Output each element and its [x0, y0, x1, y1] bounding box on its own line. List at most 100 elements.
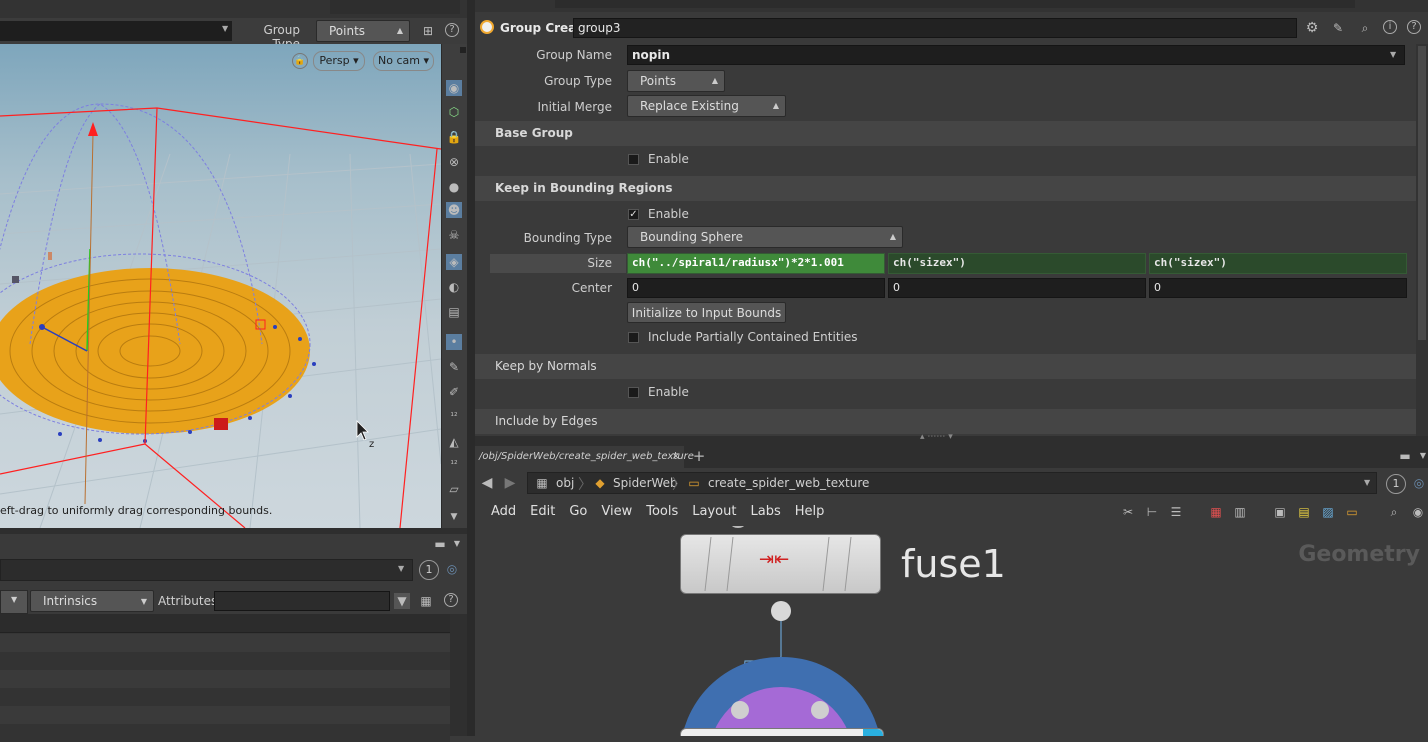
- snap-icon[interactable]: ◐: [446, 279, 462, 295]
- lock-icon[interactable]: 🔒: [292, 53, 308, 69]
- bounding-regions-section[interactable]: Keep in Bounding Regions: [475, 176, 1416, 201]
- table-row[interactable]: [0, 670, 450, 688]
- menu-item-labs[interactable]: Labs: [750, 504, 780, 519]
- params-scroll-thumb[interactable]: [1418, 46, 1426, 340]
- chevron-down-icon[interactable]: ▼: [1415, 448, 1428, 464]
- point-select-icon[interactable]: •: [446, 334, 462, 350]
- menu-item-help[interactable]: Help: [795, 504, 825, 519]
- network-box-icon[interactable]: ▣: [1272, 504, 1288, 520]
- group-type-dropdown[interactable]: Points ▲: [316, 20, 410, 42]
- chevron-down-icon[interactable]: ▼: [1364, 478, 1370, 487]
- shapes-icon[interactable]: ▥: [1232, 504, 1248, 520]
- paint-icon[interactable]: ◭: [446, 434, 462, 450]
- network-canvas[interactable]: Geometry ⇥⇤ fuse1: [475, 526, 1428, 736]
- menu-item-layout[interactable]: Layout: [692, 504, 736, 519]
- breadcrumb-spiderweb[interactable]: SpiderWeb: [613, 476, 678, 490]
- filter-icon[interactable]: ▼: [394, 593, 410, 609]
- center-y-input[interactable]: 0: [888, 278, 1146, 298]
- include-partial-checkbox[interactable]: [628, 332, 639, 343]
- eye-icon[interactable]: ◉: [1410, 504, 1426, 520]
- list-icon[interactable]: ☰: [1168, 504, 1184, 520]
- viewport-3d[interactable]: z 🔒 Persp ▾ No cam ▾ eft-drag to uniform…: [0, 44, 441, 528]
- size-z-input[interactable]: ch("sizex"): [1149, 253, 1407, 274]
- merge-input-b[interactable]: [811, 701, 829, 719]
- menu-item-add[interactable]: Add: [491, 504, 516, 519]
- search-icon[interactable]: ⌕: [1386, 504, 1402, 520]
- network-pin-badge[interactable]: 1: [1386, 474, 1406, 494]
- close-icon[interactable]: ×: [672, 446, 680, 468]
- intrinsics-dropdown[interactable]: Intrinsics ▼: [30, 590, 154, 612]
- horizontal-pane-divider[interactable]: ▴ ⋯⋯ ▾: [475, 432, 1428, 444]
- initial-merge-dropdown[interactable]: Replace Existing ▲: [627, 95, 786, 117]
- table-row[interactable]: [0, 652, 450, 670]
- gear-icon[interactable]: ⚙: [1304, 20, 1320, 36]
- menu-item-edit[interactable]: Edit: [530, 504, 555, 519]
- normals-section[interactable]: Keep by Normals: [475, 354, 1416, 379]
- columns-icon[interactable]: ▦: [418, 593, 434, 609]
- pane-menu-icon[interactable]: ▬: [432, 536, 448, 552]
- spreadsheet-scrollbar[interactable]: [450, 614, 467, 736]
- numbers-icon[interactable]: ¹²: [446, 409, 462, 425]
- chevron-down-icon[interactable]: ▼: [446, 509, 462, 525]
- center-x-input[interactable]: 0: [627, 278, 885, 298]
- table-row[interactable]: [0, 706, 450, 724]
- menu-item-go[interactable]: Go: [569, 504, 587, 519]
- node-object-merge-body[interactable]: [680, 728, 884, 736]
- numbers-alt-icon[interactable]: ¹²: [446, 457, 462, 473]
- table-row[interactable]: [0, 634, 450, 652]
- folder-icon[interactable]: ▭: [1344, 504, 1360, 520]
- path-field[interactable]: [0, 559, 413, 581]
- group-type-dropdown[interactable]: Points ▲: [627, 70, 725, 92]
- breadcrumb-obj[interactable]: obj: [556, 476, 574, 490]
- group-name-input[interactable]: nopin: [627, 45, 1405, 65]
- base-group-enable-checkbox[interactable]: [628, 154, 639, 165]
- table-row[interactable]: [0, 688, 450, 706]
- visibility-icon[interactable]: ◉: [446, 80, 462, 96]
- menu-item-tools[interactable]: Tools: [646, 504, 678, 519]
- breadcrumb-texture[interactable]: create_spider_web_texture: [708, 476, 869, 490]
- node-flag[interactable]: [863, 729, 883, 736]
- sphere-icon[interactable]: ●: [446, 179, 462, 195]
- help-icon[interactable]: ?: [445, 23, 459, 37]
- display-mode-icon[interactable]: ⬡: [446, 104, 462, 120]
- layers-icon[interactable]: ▤: [446, 304, 462, 320]
- pen-icon[interactable]: ✐: [446, 384, 462, 400]
- edges-section[interactable]: Include by Edges: [475, 409, 1416, 434]
- add-tab-icon[interactable]: +: [691, 448, 707, 464]
- persp-menu[interactable]: Persp ▾: [313, 51, 365, 71]
- node-name-input[interactable]: group3: [573, 18, 1297, 38]
- chevron-down-icon[interactable]: ▼: [449, 536, 465, 552]
- class-dropdown[interactable]: ▼: [0, 590, 28, 614]
- erase-icon[interactable]: ▱: [446, 481, 462, 497]
- info-icon[interactable]: i: [1383, 20, 1397, 34]
- spreadsheet-table[interactable]: [0, 614, 450, 742]
- center-z-input[interactable]: 0: [1149, 278, 1407, 298]
- chevron-down-icon[interactable]: ▼: [222, 24, 228, 33]
- bounding-type-dropdown[interactable]: Bounding Sphere ▲: [627, 226, 903, 248]
- size-y-input[interactable]: ch("sizex"): [888, 253, 1146, 274]
- vertical-pane-divider[interactable]: [467, 0, 475, 736]
- merge-input-a[interactable]: [731, 701, 749, 719]
- initialize-bounds-button[interactable]: Initialize to Input Bounds: [627, 302, 786, 323]
- tree-icon[interactable]: ⊢: [1144, 504, 1160, 520]
- search-icon[interactable]: ⌕: [1357, 20, 1373, 36]
- pin-badge[interactable]: 1: [419, 560, 439, 580]
- forward-arrow-icon[interactable]: ▶: [502, 475, 518, 491]
- help-icon[interactable]: ?: [1407, 20, 1421, 34]
- pane-menu-icon[interactable]: ▬: [1397, 448, 1413, 464]
- table-row[interactable]: [0, 724, 450, 742]
- link-icon[interactable]: ◎: [444, 561, 460, 577]
- back-arrow-icon[interactable]: ◀: [479, 475, 495, 491]
- ghost-icon[interactable]: ☻: [446, 202, 462, 218]
- camera-icon[interactable]: ◈: [446, 254, 462, 270]
- base-group-section[interactable]: Base Group: [475, 121, 1416, 146]
- network-tab[interactable]: /obj/SpiderWeb/create_spider_web_texture…: [475, 446, 694, 468]
- color-palette-icon[interactable]: ▦: [1208, 504, 1224, 520]
- chevron-down-icon[interactable]: ▼: [1390, 50, 1396, 59]
- image-icon[interactable]: ▨: [1320, 504, 1336, 520]
- attributes-input[interactable]: [214, 591, 390, 611]
- help-icon[interactable]: ?: [444, 593, 458, 607]
- size-x-input[interactable]: ch("../spiral1/radiusx")*2*1.001: [627, 253, 885, 274]
- brush-icon[interactable]: ✎: [446, 359, 462, 375]
- bounding-enable-checkbox[interactable]: ✓: [628, 209, 639, 220]
